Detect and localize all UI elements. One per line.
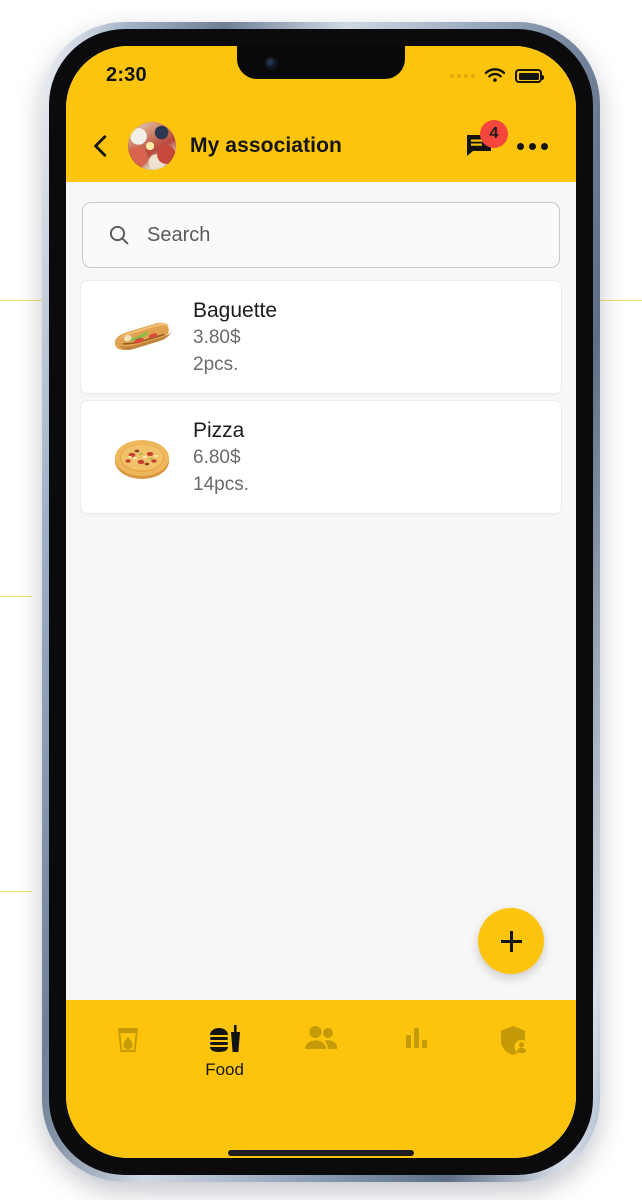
tab-stats[interactable] [374, 1024, 460, 1056]
app-bar-actions: 4 [465, 120, 548, 159]
front-camera-icon [266, 58, 277, 69]
plus-icon-vertical [509, 930, 513, 952]
main-content: Search Baguette 3.80$ 2pcs. Pizza 6.80$ … [66, 202, 576, 1000]
guide-line-middle [0, 596, 32, 597]
list-item-text: Baguette 3.80$ 2pcs. [193, 297, 277, 377]
list-item-text: Pizza 6.80$ 14pcs. [193, 417, 249, 497]
fast-food-icon [209, 1025, 240, 1052]
search-icon [109, 225, 129, 245]
bar-chart-icon [406, 1028, 428, 1048]
people-icon [304, 1026, 337, 1049]
status-indicators [450, 68, 544, 84]
back-chevron-icon[interactable] [88, 133, 114, 159]
page-title: My association [190, 134, 342, 157]
display-notch [237, 46, 405, 79]
item-price: 3.80$ [193, 327, 241, 349]
tab-food[interactable]: Food [182, 1024, 268, 1080]
phone-screen: 2:30 My association 4 Search Baguette 3.… [66, 46, 576, 1158]
drink-cup-icon [118, 1028, 139, 1052]
messages-badge: 4 [480, 120, 508, 148]
tab-drinks[interactable] [85, 1024, 171, 1060]
pizza-image [99, 431, 185, 483]
item-name: Pizza [193, 418, 245, 442]
tab-people[interactable] [278, 1024, 364, 1056]
battery-full-icon [515, 69, 544, 83]
status-time: 2:30 [106, 64, 147, 86]
item-price: 6.80$ [193, 447, 241, 469]
search-bar[interactable]: Search [82, 202, 560, 268]
phone-bezel: 2:30 My association 4 Search Baguette 3.… [49, 29, 593, 1175]
shield-account-icon [500, 1026, 529, 1055]
list-item[interactable]: Baguette 3.80$ 2pcs. [80, 280, 562, 394]
bottom-navigation: Food [66, 1000, 576, 1158]
home-indicator[interactable] [228, 1150, 414, 1156]
item-name: Baguette [193, 299, 278, 322]
screenshot-canvas: 2:30 My association 4 Search Baguette 3.… [0, 0, 642, 1200]
more-options-icon[interactable] [517, 142, 548, 150]
wifi-icon [484, 68, 506, 82]
phone-frame: 2:30 My association 4 Search Baguette 3.… [42, 22, 600, 1182]
list-item[interactable]: Pizza 6.80$ 14pcs. [80, 399, 562, 514]
app-bar: My association 4 [66, 110, 576, 182]
baguette-sandwich-image [99, 313, 185, 361]
signal-dots-icon [450, 74, 475, 78]
status-bar: 2:30 [66, 46, 576, 110]
search-input[interactable]: Search [147, 224, 210, 247]
avatar[interactable] [128, 122, 176, 170]
messages-button[interactable]: 4 [465, 120, 508, 159]
add-item-fab[interactable] [478, 908, 544, 974]
tab-security[interactable] [471, 1024, 557, 1060]
item-quantity: 14pcs. [193, 473, 249, 495]
guide-line-bottom [0, 891, 32, 892]
tab-food-label: Food [205, 1060, 244, 1079]
item-quantity: 2pcs. [193, 353, 239, 375]
